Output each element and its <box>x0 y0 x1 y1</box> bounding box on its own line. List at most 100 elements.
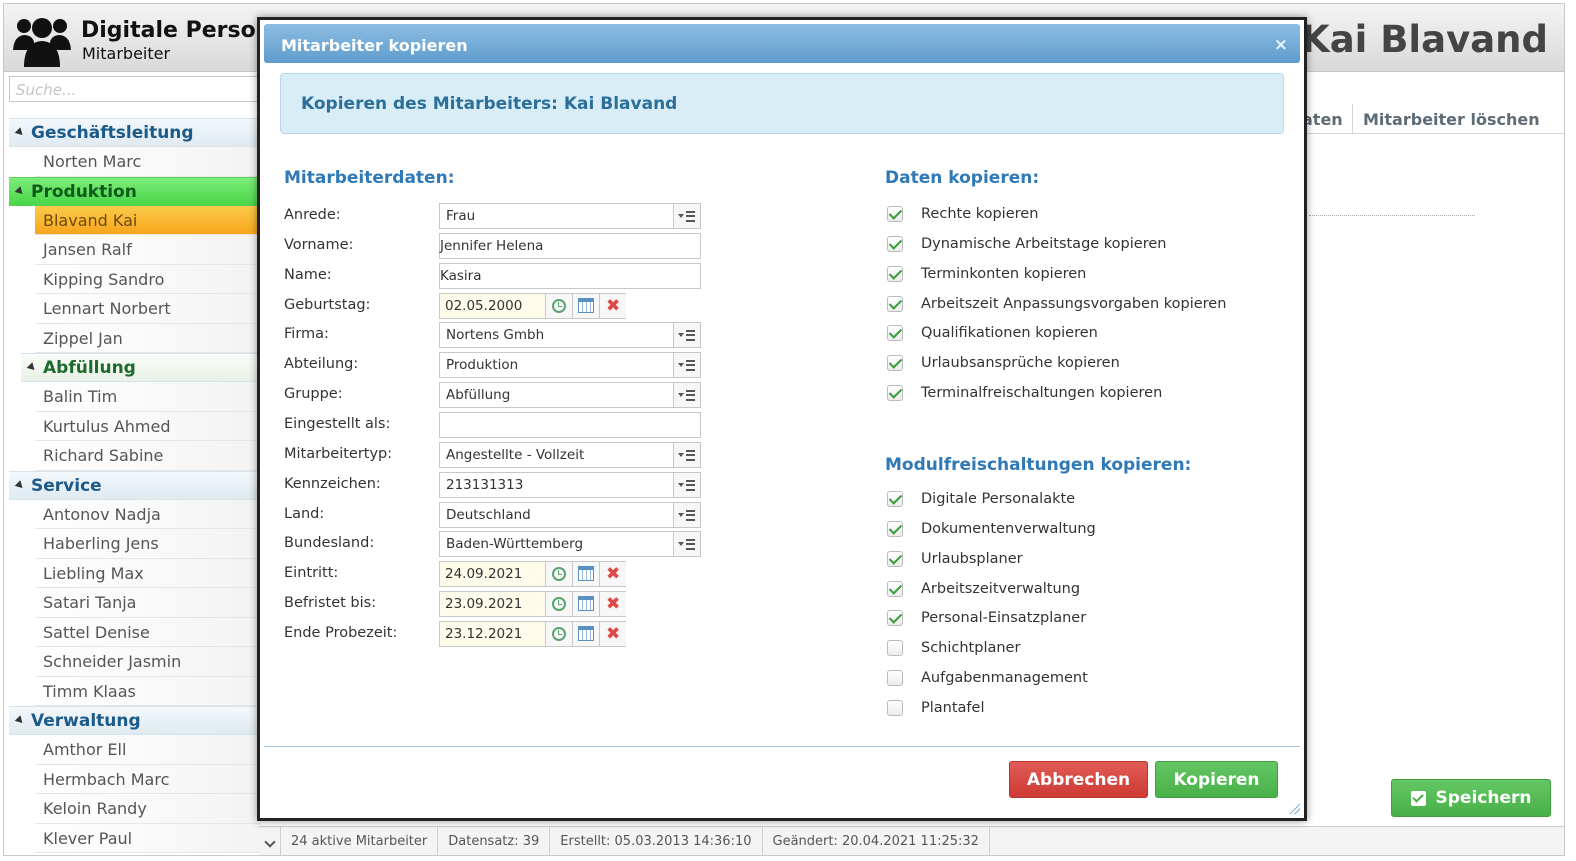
expand-arrow-icon[interactable] <box>26 362 38 373</box>
dropdown-icon[interactable] <box>673 323 700 348</box>
dropdown-icon[interactable] <box>673 383 700 408</box>
expand-arrow-icon[interactable] <box>14 715 26 726</box>
date-field[interactable]: 23.12.2021 ✖ <box>439 620 626 647</box>
tree-group[interactable]: Abfüllung <box>21 353 261 382</box>
checkbox[interactable] <box>887 610 903 627</box>
form-row: Vorname: Jennifer Helena <box>284 232 704 259</box>
checkbox[interactable] <box>887 640 903 657</box>
checkbox[interactable] <box>887 265 903 282</box>
tree-group-label: Verwaltung <box>31 711 141 731</box>
form-row: Firma: Nortens Gmbh <box>284 322 704 349</box>
list-icon <box>686 394 695 397</box>
tree-item[interactable]: Richard Sabine <box>35 441 261 471</box>
select-field[interactable]: Nortens Gmbh <box>439 322 701 349</box>
tree-item[interactable]: Haberling Jens <box>35 529 261 559</box>
tree-group[interactable]: Geschäftsleitung <box>9 118 261 147</box>
tree-item[interactable]: Kipping Sandro <box>35 264 261 294</box>
tree-item[interactable]: Keloin Randy <box>35 794 261 824</box>
expand-arrow-icon[interactable] <box>14 127 26 138</box>
calendar-button[interactable] <box>572 293 599 318</box>
checkbox[interactable] <box>887 491 903 507</box>
clear-button[interactable]: ✖ <box>599 621 626 646</box>
cancel-button[interactable]: Abbrechen <box>1009 761 1148 798</box>
dropdown-icon[interactable] <box>673 353 700 378</box>
tab-delete-employee[interactable]: Mitarbeiter löschen <box>1352 104 1550 134</box>
tab-partial[interactable]: aten <box>1302 110 1343 129</box>
tree-item[interactable]: Blavand Kai <box>35 205 261 235</box>
tree-item[interactable]: Kurtulus Ahmed <box>35 411 261 441</box>
tree-item[interactable]: Schneider Jasmin <box>35 647 261 677</box>
checkbox[interactable] <box>887 355 903 372</box>
clock-button[interactable] <box>545 621 572 646</box>
calendar-button[interactable] <box>572 592 599 617</box>
dropdown-icon[interactable] <box>673 442 700 467</box>
form-row: Gruppe: Abfüllung <box>284 382 704 409</box>
checkbox[interactable] <box>887 325 903 342</box>
tree-item[interactable]: Klever Paul <box>35 823 261 853</box>
clear-button[interactable]: ✖ <box>599 592 626 617</box>
form-row: Geburtstag: 02.05.2000 ✖ <box>284 292 704 319</box>
tree-item[interactable]: Hermbach Marc <box>35 764 261 794</box>
resize-handle-icon[interactable] <box>1288 802 1300 814</box>
select-field[interactable]: Deutschland <box>439 501 701 528</box>
checkbox[interactable] <box>887 520 903 537</box>
checkbox[interactable] <box>887 670 903 687</box>
checkbox[interactable] <box>887 699 903 716</box>
tree-group[interactable]: Service <box>9 470 261 500</box>
checkbox[interactable] <box>887 580 903 597</box>
tree-group[interactable]: Verwaltung <box>9 706 261 735</box>
tree-item[interactable]: Sattel Denise <box>35 617 261 647</box>
date-field[interactable]: 23.09.2021 ✖ <box>439 591 626 618</box>
select-field[interactable]: Frau <box>439 203 701 229</box>
dropdown-icon[interactable] <box>673 502 700 527</box>
checkbox-label: Schichtplaner <box>921 640 1021 657</box>
tree-item[interactable]: Jansen Ralf <box>35 235 261 265</box>
tree-item[interactable]: Antonov Nadja <box>35 499 261 529</box>
text-field[interactable]: Kasira <box>439 262 701 289</box>
select-field[interactable]: 213131313 <box>439 471 701 498</box>
dropdown-icon[interactable] <box>673 532 700 557</box>
tree-item[interactable]: Timm Klaas <box>35 676 261 706</box>
select-field[interactable]: Baden-Württemberg <box>439 531 701 558</box>
tree-group[interactable]: Produktion <box>9 176 261 206</box>
select-field[interactable]: Produktion <box>439 352 701 379</box>
close-icon[interactable]: × <box>1274 35 1288 55</box>
tree-item[interactable]: Lennart Norbert <box>35 294 261 324</box>
copy-data-title: Daten kopieren: <box>885 168 1040 188</box>
save-button[interactable]: Speichern <box>1391 779 1551 817</box>
expand-arrow-icon[interactable] <box>14 185 26 197</box>
calendar-button[interactable] <box>572 562 599 587</box>
clock-button[interactable] <box>545 562 572 587</box>
copy-button[interactable]: Kopieren <box>1155 761 1278 798</box>
date-field[interactable]: 24.09.2021 ✖ <box>439 561 626 588</box>
clock-button[interactable] <box>545 592 572 617</box>
expand-arrow-icon[interactable] <box>14 479 26 491</box>
checkbox[interactable] <box>887 550 903 567</box>
clear-button[interactable]: ✖ <box>599 562 626 587</box>
dropdown-icon[interactable] <box>673 472 700 497</box>
chevron-down-icon[interactable] <box>259 827 281 855</box>
select-field[interactable]: Angestellte - Vollzeit <box>439 441 701 468</box>
checkbox[interactable] <box>887 206 903 222</box>
calendar-button[interactable] <box>572 621 599 646</box>
clock-button[interactable] <box>545 293 572 318</box>
field-value: Jennifer Helena <box>440 237 544 254</box>
text-field[interactable]: Jennifer Helena <box>439 232 701 259</box>
text-field[interactable] <box>439 411 701 438</box>
search-input[interactable]: Suche... <box>9 76 261 102</box>
dropdown-icon[interactable] <box>673 204 700 228</box>
field-value: Abfüllung <box>446 387 511 404</box>
date-field[interactable]: 02.05.2000 ✖ <box>439 292 626 319</box>
tree-item[interactable]: Norten Marc <box>35 147 261 177</box>
checkbox[interactable] <box>887 295 903 312</box>
select-field[interactable]: Abfüllung <box>439 382 701 409</box>
tree-item[interactable]: Zippel Jan <box>35 323 261 353</box>
tree-item[interactable]: Balin Tim <box>35 382 261 412</box>
tree-item[interactable]: Satari Tanja <box>35 588 261 618</box>
checkbox[interactable] <box>887 385 903 402</box>
checkbox[interactable] <box>887 235 903 252</box>
clear-button[interactable]: ✖ <box>599 293 626 318</box>
checkbox-label: Terminalfreischaltungen kopieren <box>921 385 1163 402</box>
tree-item[interactable]: Amthor Ell <box>35 735 261 765</box>
tree-item[interactable]: Liebling Max <box>35 558 261 588</box>
